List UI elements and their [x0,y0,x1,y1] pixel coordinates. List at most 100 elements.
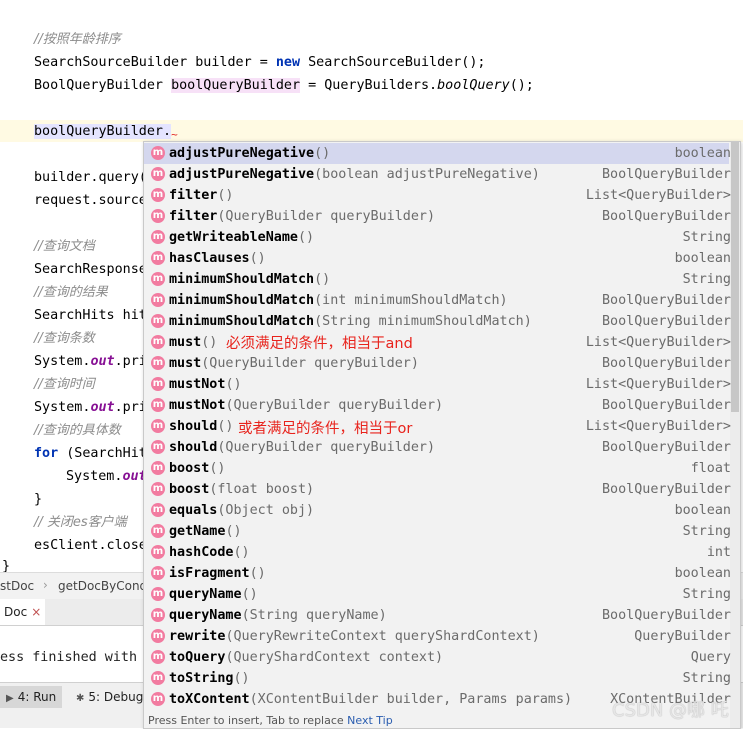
completion-method-params: (String queryName) [241,608,387,623]
completion-method-name: queryName() [169,587,258,602]
completion-item[interactable]: m minimumShouldMatch(int minimumShouldMat… [144,290,731,311]
completion-method-name: must(QueryBuilder queryBuilder) [169,356,419,371]
code-line: builder.query( [34,170,147,185]
completion-item[interactable]: m minimumShouldMatch(String minimumShould… [144,311,731,332]
completion-method-name: filter(QueryBuilder queryBuilder) [169,209,436,224]
completion-method-params: () [225,524,242,539]
completion-item[interactable]: m getName() String [144,521,731,542]
code-line: // 关闭es客户端 [34,515,127,530]
method-icon: m [151,419,165,433]
completion-item[interactable]: m toQuery(QueryShardContext context) Query [144,647,731,668]
completion-method-name: mustNot() [169,377,242,392]
completion-method-params: () [225,377,242,392]
completion-return-type: float [690,461,731,476]
method-icon: m [151,566,165,580]
completion-method-name: must() [169,335,218,350]
completion-item[interactable]: m adjustPureNegative(boolean adjustPureNe… [144,164,731,185]
completion-method-params: (QueryBuilder queryBuilder) [225,398,444,413]
code-line: esClient.close [34,538,147,553]
run-tool-button[interactable]: ▶ 4: Run [0,686,63,708]
completion-return-type: BoolQueryBuilder [602,314,731,329]
completion-return-type: boolean [674,251,731,266]
completion-item[interactable]: m toString() String [144,668,731,689]
close-icon[interactable]: × [31,605,41,619]
completion-method-name: isFragment() [169,566,266,581]
method-icon: m [151,272,165,286]
scrollbar-thumb[interactable] [731,142,739,412]
completion-return-type: BoolQueryBuilder [602,482,731,497]
method-icon: m [151,293,165,307]
method-icon: m [151,692,165,706]
completion-item[interactable]: m minimumShouldMatch() String [144,269,731,290]
completion-item[interactable]: m queryName() String [144,584,731,605]
completion-method-name: rewrite(QueryRewriteContext queryShardCo… [169,629,540,644]
completion-return-type: BoolQueryBuilder [602,440,731,455]
breadcrumb-item[interactable]: getDocByCond [58,579,147,593]
completion-item[interactable]: m mustNot(QueryBuilder queryBuilder) BoolQ… [144,395,731,416]
completion-item[interactable]: m filter(QueryBuilder queryBuilder) BoolQu… [144,206,731,227]
completion-item[interactable]: m must(QueryBuilder queryBuilder) BoolQuer… [144,353,731,374]
completion-item[interactable]: m equals(Object obj) boolean [144,500,731,521]
code-completion-popup[interactable]: m adjustPureNegative() boolean m adjustPureN… [143,141,741,729]
method-icon: m [151,335,165,349]
completion-method-params: () [217,419,234,434]
completion-item[interactable]: m boost(float boost) BoolQueryBuilder [144,479,731,500]
completion-method-name: boost(float boost) [169,482,315,497]
method-icon: m [151,356,165,370]
code-line: //查询的具体数 [34,423,121,438]
method-icon: m [151,167,165,181]
completion-method-params: () [314,146,331,161]
method-icon: m [151,398,165,412]
completion-item[interactable]: m rewrite(QueryRewriteContext queryShardC… [144,626,731,647]
code-line: SearchSourceBuilder builder = new Search… [34,55,486,70]
code-line: //查询时间 [34,377,95,392]
completion-item[interactable]: m mustNot() List<QueryBuilder> [144,374,731,395]
code-line: //按照年龄排序 [34,32,121,47]
completion-method-name: getWriteableName() [169,230,315,245]
completion-item[interactable]: m getWriteableName() String [144,227,731,248]
code-line: BoolQueryBuilder boolQueryBuilder = Quer… [34,78,534,93]
completion-method-params: (float boost) [209,482,315,497]
completion-method-params: () [217,188,234,203]
completion-hint: Press Enter to insert, Tab to replace Ne… [148,714,393,727]
completion-item[interactable]: m hashCode() int [144,542,731,563]
breadcrumb-item[interactable]: stDoc [0,579,34,593]
completion-item[interactable]: m should(QueryBuilder queryBuilder) BoolQu… [144,437,731,458]
method-icon: m [151,209,165,223]
completion-item[interactable]: m hasClauses() boolean [144,248,731,269]
completion-item[interactable]: m filter() List<QueryBuilder> [144,185,731,206]
completion-item[interactable]: m boost() float [144,458,731,479]
completion-method-name: adjustPureNegative() [169,146,331,161]
completion-return-type: String [682,524,731,539]
completion-item[interactable]: m should() List<QueryBuilder> [144,416,731,437]
completion-return-type: String [682,671,731,686]
completion-method-params: (QueryBuilder queryBuilder) [217,209,436,224]
code-line: request.source [34,193,147,208]
completion-method-name: toString() [169,671,250,686]
annotation-should: 或者满足的条件，相当于or [238,421,413,437]
completion-method-params: () [314,272,331,287]
watermark: CSDN @哪 吒 [612,700,729,721]
code-line: System.out [66,469,147,484]
completion-item[interactable]: m queryName(String queryName) BoolQueryBui… [144,605,731,626]
completion-method-params: () [298,230,315,245]
method-icon: m [151,377,165,391]
method-icon: m [151,230,165,244]
completion-return-type: BoolQueryBuilder [602,209,731,224]
completion-method-name: hashCode() [169,545,250,560]
completion-method-params: () [233,671,250,686]
next-tip-link[interactable]: Next Tip [347,714,393,727]
code-line-current[interactable]: boolQueryBuilder.~ [34,121,178,142]
completion-return-type: boolean [674,566,731,581]
completion-item[interactable]: m isFragment() boolean [144,563,731,584]
completion-method-params: (QueryShardContext context) [225,650,444,665]
debug-tool-button[interactable]: ✱ 5: Debug [70,686,149,708]
method-icon: m [151,608,165,622]
completion-return-type: BoolQueryBuilder [602,356,731,371]
completion-item[interactable]: m adjustPureNegative() boolean [144,143,731,164]
completion-return-type: int [706,545,731,560]
completion-method-params: () [201,335,218,350]
run-tab[interactable]: Doc × [0,599,46,625]
code-line: for (SearchHit [34,446,147,461]
completion-method-params: () [249,251,266,266]
